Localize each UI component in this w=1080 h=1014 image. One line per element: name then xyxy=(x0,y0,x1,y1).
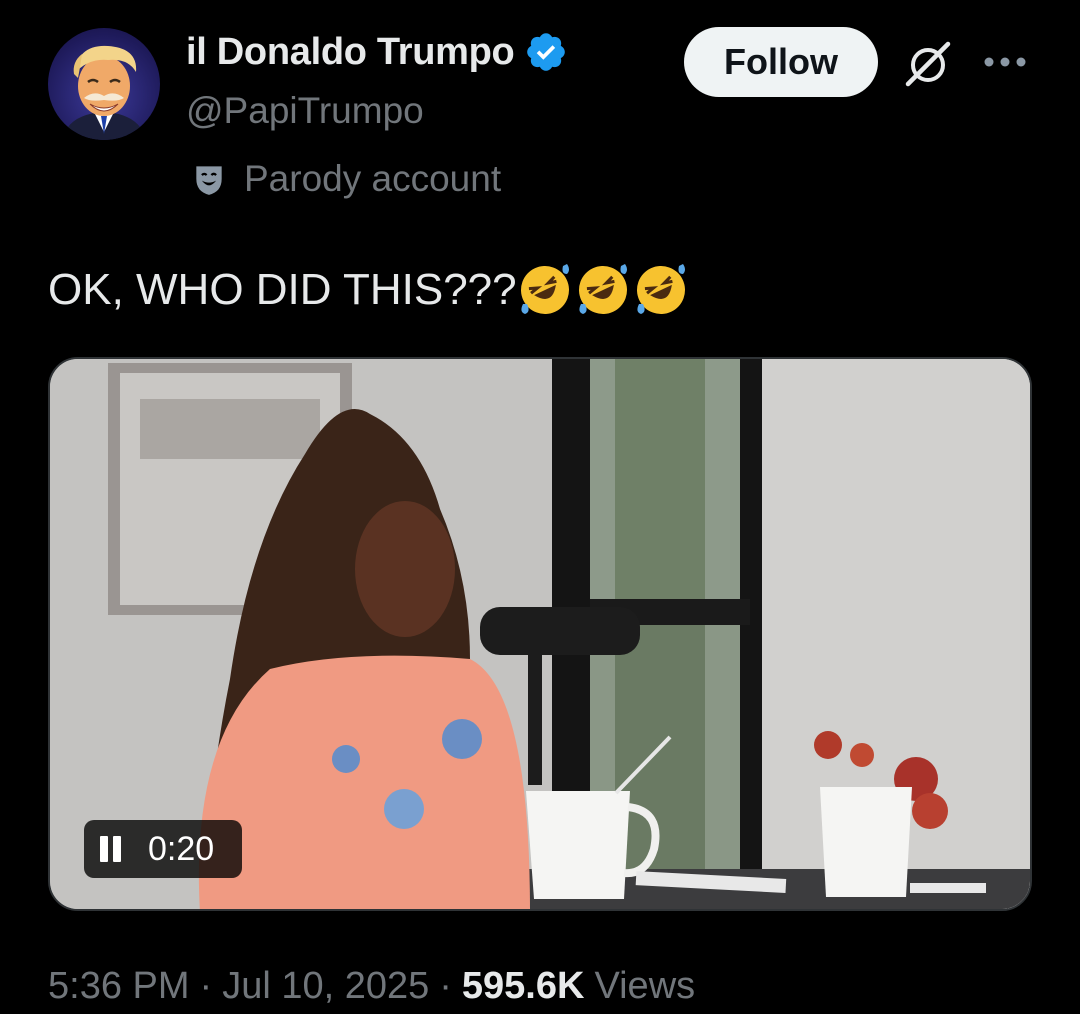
rolling-on-floor-laughing-emoji xyxy=(636,264,685,314)
author-display-name[interactable]: il Donaldo Trumpo xyxy=(186,31,515,74)
parody-mask-icon xyxy=(196,166,222,195)
tweet-meta: 5:36 PM · Jul 10, 2025 · 595.6K Views xyxy=(48,965,695,1008)
meta-separator: · xyxy=(439,965,452,1007)
rolling-on-floor-laughing-emoji xyxy=(578,264,627,314)
views-count: 595.6K xyxy=(461,965,585,1007)
pause-icon[interactable] xyxy=(98,834,124,864)
author-handle[interactable]: @PapiTrumpo xyxy=(186,90,424,132)
parody-label: Parody account xyxy=(244,158,502,199)
author-name-row: il Donaldo Trumpo xyxy=(186,30,568,74)
parody-label-row: Parody account xyxy=(190,158,501,200)
video-playback-control[interactable]: 0:20 xyxy=(84,820,242,878)
views-label: Views xyxy=(594,965,696,1007)
tweet-detail: il Donaldo Trumpo @PapiTrumpo Parody acc… xyxy=(0,0,1080,1014)
video-elapsed-time: 0:20 xyxy=(148,829,215,868)
tweet-text: OK, WHO DID THIS??? xyxy=(48,265,517,314)
grok-icon[interactable] xyxy=(900,36,956,92)
follow-button[interactable]: Follow xyxy=(684,27,878,97)
more-icon[interactable] xyxy=(980,48,1030,76)
tweet-time[interactable]: 5:36 PM xyxy=(48,965,190,1008)
rolling-on-floor-laughing-emoji xyxy=(520,264,569,314)
verified-badge-icon xyxy=(527,33,566,71)
tweet-date[interactable]: Jul 10, 2025 xyxy=(222,965,429,1008)
meta-separator: · xyxy=(199,965,213,1007)
tweet-text-row: OK, WHO DID THIS??? xyxy=(48,260,691,320)
avatar[interactable] xyxy=(48,28,160,140)
